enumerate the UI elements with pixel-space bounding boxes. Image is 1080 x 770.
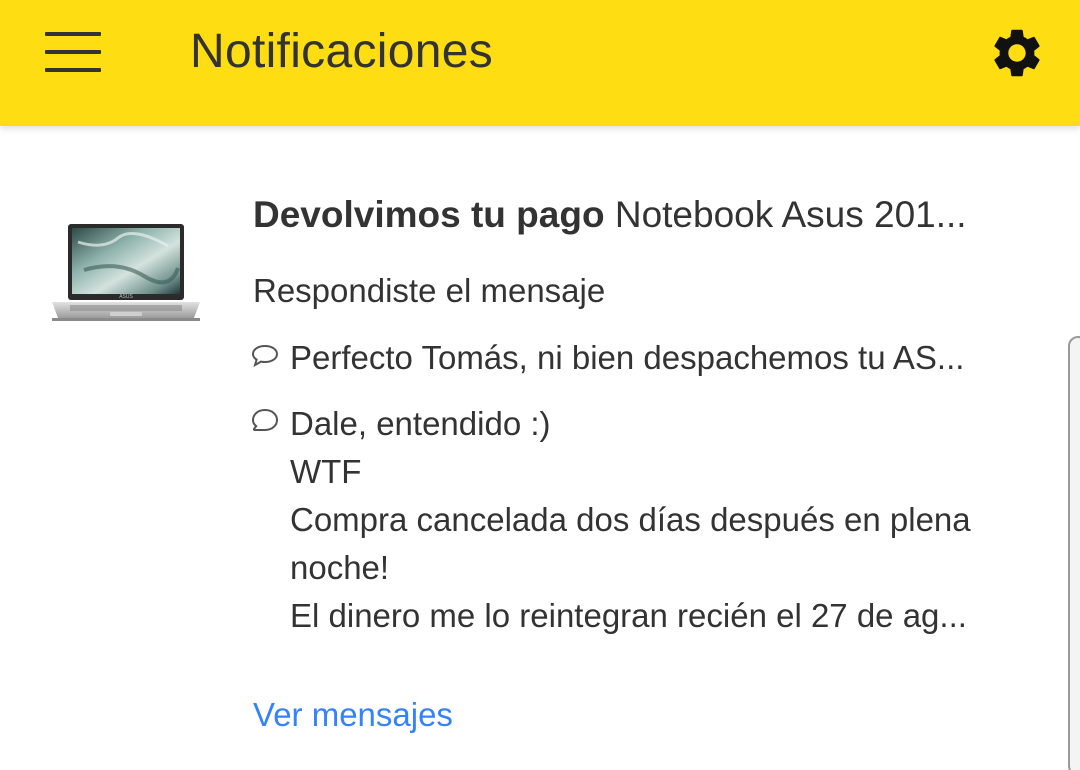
message-text: Perfecto Tomás, ni bien despachemos tu A…: [290, 339, 965, 376]
notification-subtitle: Respondiste el mensaje: [253, 272, 606, 309]
svg-text:ASUS: ASUS: [119, 294, 133, 300]
message-line: Compra cancelada dos días después en ple…: [290, 501, 971, 586]
laptop-thumbnail-graphic: ASUS: [52, 224, 200, 321]
menu-bar-line: [45, 50, 101, 54]
message-line: Dale, entendido :): [290, 405, 551, 442]
view-messages-link[interactable]: Ver mensajes: [253, 692, 453, 738]
laptop-thumbnail: ASUS: [48, 220, 204, 326]
gear-icon[interactable]: [988, 24, 1046, 82]
app-screen: Notificaciones ASUS Devolvimos tu pago N…: [0, 0, 1080, 770]
message-line: El dinero me lo reintegran recién el 27 …: [290, 597, 967, 634]
notification-title: Devolvimos tu pago Notebook Asus 201...: [253, 192, 1043, 238]
message-item: Perfecto Tomás, ni bien despachemos tu A…: [250, 334, 1040, 384]
menu-bar-line: [45, 68, 101, 72]
page-title: Notificaciones: [190, 25, 494, 78]
menu-bar-line: [45, 32, 101, 36]
gear-icon-graphic: [994, 29, 1040, 77]
message-line: WTF: [290, 453, 362, 490]
notification-card[interactable]: ASUS Devolvimos tu pago Notebook Asus 20…: [0, 126, 1080, 770]
notification-title-product: Notebook Asus 201...: [604, 194, 967, 235]
top-app-bar: Notificaciones: [0, 0, 1080, 126]
hamburger-menu-icon[interactable]: [36, 24, 110, 80]
speech-bubble-icon: [251, 408, 279, 431]
notification-title-bold: Devolvimos tu pago: [253, 194, 605, 235]
message-item: Dale, entendido :) WTF Compra cancelada …: [250, 400, 1040, 650]
scroll-panel-edge: [1068, 336, 1080, 770]
message-text: Dale, entendido :) WTF Compra cancelada …: [290, 400, 1040, 640]
speech-bubble-icon: [251, 344, 279, 368]
